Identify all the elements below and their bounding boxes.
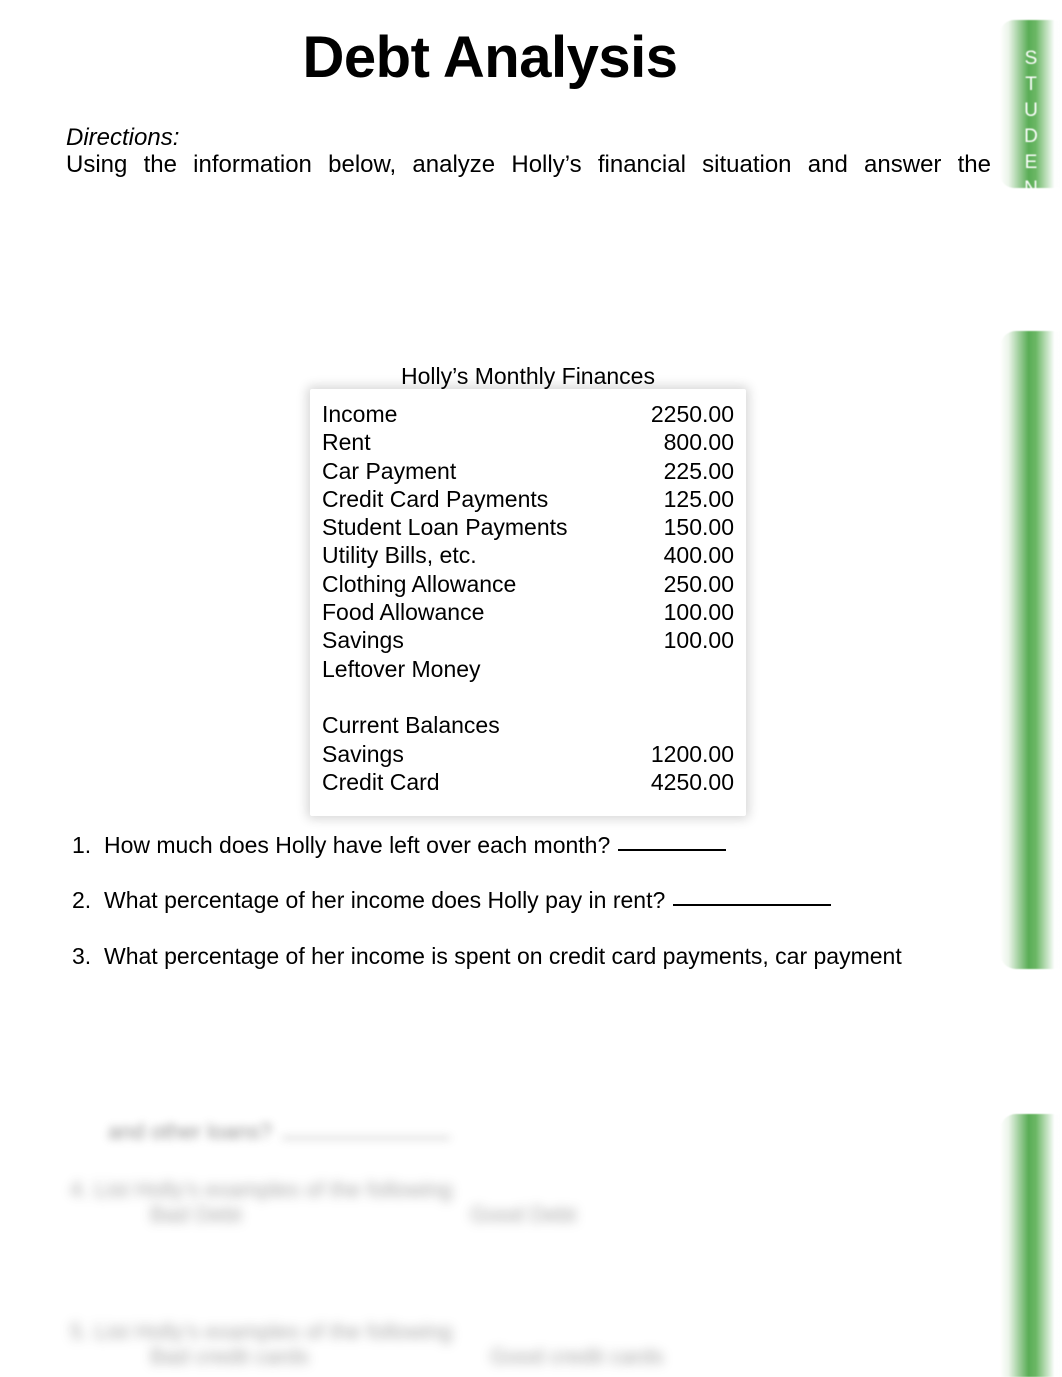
question-4-column-1: Bad Debt: [150, 1202, 242, 1227]
question-5-columns: Bad credit cards Good credit cards: [150, 1343, 750, 1371]
question-2: 2. What percentage of her income does Ho…: [72, 886, 832, 914]
table-row-value: 400.00: [663, 542, 734, 569]
table-row: Clothing Allowance 250.00: [322, 570, 734, 598]
side-tab-letter: N: [1024, 178, 1038, 199]
table-row-value: 225.00: [663, 457, 734, 484]
question-number: 2.: [72, 887, 92, 913]
question-5: 5. List Holly’s examples of the followin…: [70, 1319, 453, 1344]
table-row-label: Current Balances: [322, 712, 500, 739]
table-row-label: Credit Card: [322, 768, 440, 795]
table-row: Credit Card 4250.00: [322, 768, 734, 796]
table-row: Utility Bills, etc. 400.00: [322, 541, 734, 569]
question-3-continuation: and other loans?: [108, 1118, 450, 1146]
finance-table: Income 2250.00 Rent 800.00 Car Payment 225.00…: [322, 400, 734, 796]
table-row-value: 100.00: [663, 627, 734, 654]
answer-blank-1[interactable]: [618, 849, 727, 851]
table-row-label: Savings: [322, 740, 404, 767]
finance-table-caption: Holly’s Monthly Finances: [401, 363, 655, 389]
directions-label: Directions:: [66, 124, 180, 151]
question-5-column-1: Bad credit cards: [150, 1344, 309, 1369]
question-text: What percentage of her income is spent o…: [104, 943, 902, 969]
table-row: Savings 1200.00: [322, 740, 734, 768]
table-row-value: 125.00: [663, 485, 734, 512]
question-4-column-2: Good Debt: [470, 1202, 577, 1227]
table-row-label: Credit Card Payments: [322, 485, 549, 512]
table-row-value: 4250.00: [650, 768, 734, 795]
table-row-value: 2250.00: [650, 401, 734, 427]
table-row-label: Rent: [322, 429, 371, 456]
table-row-value: 150.00: [663, 514, 734, 541]
question-4: 4. List Holly’s examples of the followin…: [70, 1177, 453, 1202]
table-row-label: Utility Bills, etc.: [322, 542, 477, 569]
question-1: 1. How much does Holly have left over ea…: [72, 831, 727, 859]
table-row-value: 100.00: [663, 599, 734, 626]
question-number: 3.: [72, 943, 92, 969]
side-tab-letter: U: [1024, 100, 1038, 121]
table-row-label: Savings: [322, 627, 404, 654]
table-row: Student Loan Payments 150.00: [322, 513, 734, 541]
question-text: What percentage of her income does Holly…: [104, 887, 666, 913]
table-row-value: 250.00: [663, 570, 734, 597]
table-row: Credit Card Payments 125.00: [322, 485, 734, 513]
table-row-spacer: [322, 683, 734, 711]
table-row-value: 800.00: [663, 429, 734, 456]
side-tab-letter: S: [1024, 48, 1038, 69]
table-row: Leftover Money: [322, 655, 734, 683]
side-tab-top: S T U D E N: [1000, 20, 1062, 199]
document-page: S T U D E N Debt Analysis Directions: Us…: [0, 0, 1062, 1377]
table-row-label: Student Loan Payments: [322, 514, 568, 541]
side-tab-letters: S T U D E N: [1000, 46, 1062, 202]
question-3-continuation-text: and other loans?: [108, 1119, 272, 1144]
table-row: Income 2250.00: [322, 400, 734, 428]
table-row: Savings 100.00: [322, 626, 734, 654]
table-row-value: 1200.00: [650, 740, 734, 767]
side-tab-letter: T: [1025, 74, 1037, 95]
table-row: Rent 800.00: [322, 428, 734, 456]
directions-body: Using the information below, analyze Hol…: [66, 151, 991, 178]
question-text: How much does Holly have left over each …: [104, 832, 611, 858]
question-number: 1.: [72, 832, 92, 858]
table-row-label: Leftover Money: [322, 655, 481, 682]
side-tab-middle: [1000, 331, 1062, 969]
table-row: Car Payment 225.00: [322, 457, 734, 485]
table-row: Current Balances: [322, 711, 734, 739]
table-row-label: Clothing Allowance: [322, 570, 517, 597]
table-row-label: Income: [322, 401, 398, 427]
side-tab-letter: E: [1024, 152, 1038, 173]
question-5-column-2: Good credit cards: [490, 1344, 664, 1369]
table-row: Food Allowance 100.00: [322, 598, 734, 626]
answer-blank-3[interactable]: [281, 1137, 450, 1139]
page-title: Debt Analysis: [302, 25, 678, 90]
side-tab-letter: D: [1024, 126, 1038, 147]
table-row-label: Car Payment: [322, 457, 457, 484]
question-4-columns: Bad Debt Good Debt: [150, 1201, 710, 1229]
answer-blank-2[interactable]: [673, 904, 832, 906]
question-3: 3. What percentage of her income is spen…: [72, 942, 902, 970]
side-tab-bottom: [1000, 1114, 1062, 1377]
table-row-label: Food Allowance: [322, 599, 485, 626]
